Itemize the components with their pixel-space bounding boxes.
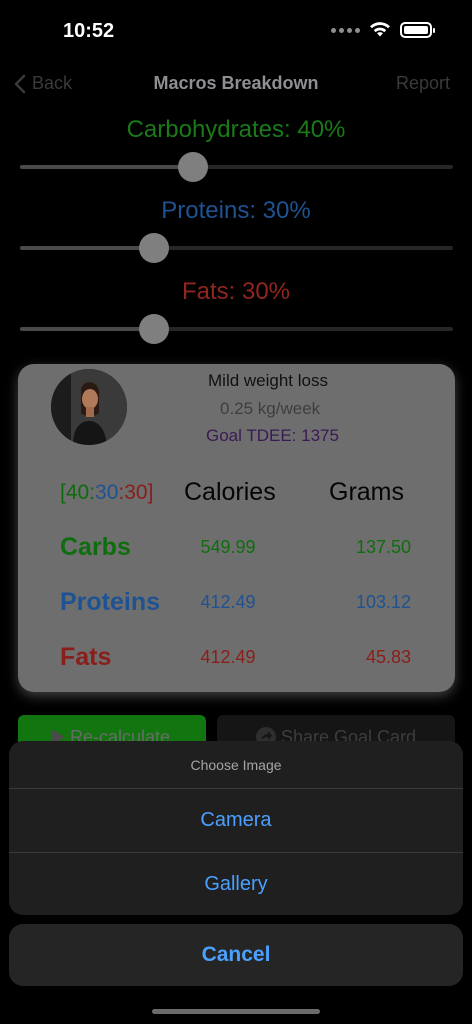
carbs-calories: 549.99 xyxy=(200,537,256,557)
carbs-row-label: Carbs xyxy=(60,533,131,561)
gallery-option[interactable]: Gallery xyxy=(9,852,463,915)
macro-ratio: [40:30:30] xyxy=(60,481,153,505)
grams-header: Grams xyxy=(329,478,404,506)
fats-row-label: Fats xyxy=(60,643,112,671)
cancel-button[interactable]: Cancel xyxy=(9,924,463,986)
fats-slider[interactable] xyxy=(20,314,453,344)
fats-calories: 412.49 xyxy=(200,647,256,667)
avatar[interactable] xyxy=(51,369,127,445)
status-bar: 10:52 xyxy=(0,0,472,60)
ratio-fats: 30 xyxy=(124,481,148,504)
fats-slider-label: Fats: 30% xyxy=(181,278,291,305)
choose-image-action-sheet: Choose Image Camera Gallery xyxy=(9,741,463,915)
fats-grams: 45.83 xyxy=(365,647,411,667)
status-time: 10:52 xyxy=(63,20,115,42)
goal-card: Mild weight loss 0.25 kg/week Goal TDEE:… xyxy=(18,364,455,692)
cellular-signal-icon xyxy=(331,27,360,33)
carbs-grams: 137.50 xyxy=(355,537,411,557)
slider-fill xyxy=(20,327,155,331)
slider-thumb[interactable] xyxy=(139,233,170,263)
carbs-slider-label: Carbohydrates: 40% xyxy=(126,116,346,143)
proteins-slider-label: Proteins: 30% xyxy=(161,197,311,224)
nav-bar: Back Macros Breakdown Report xyxy=(0,64,472,104)
camera-option[interactable]: Camera xyxy=(9,789,463,852)
goal-rate: 0.25 kg/week xyxy=(220,399,321,418)
profile-photo-icon xyxy=(51,369,127,445)
slider-fill xyxy=(20,246,155,250)
report-button[interactable]: Report xyxy=(396,73,450,94)
goal-tdee: Goal TDEE: 1375 xyxy=(206,426,339,445)
slider-thumb[interactable] xyxy=(139,314,170,344)
ratio-close: ] xyxy=(147,481,154,504)
goal-title: Mild weight loss xyxy=(208,371,328,390)
proteins-calories: 412.49 xyxy=(200,592,256,612)
carbs-slider[interactable] xyxy=(20,152,453,182)
wifi-icon xyxy=(370,22,390,37)
proteins-slider[interactable] xyxy=(20,233,453,263)
ratio-proteins: 30 xyxy=(95,481,119,504)
home-indicator xyxy=(152,1009,320,1014)
slider-thumb[interactable] xyxy=(178,152,209,182)
calories-header: Calories xyxy=(184,478,276,506)
status-icons xyxy=(331,22,435,38)
proteins-row-label: Proteins xyxy=(60,588,161,616)
action-sheet-title: Choose Image xyxy=(9,741,463,789)
slider-fill xyxy=(20,165,194,169)
proteins-grams: 103.12 xyxy=(355,592,411,612)
ratio-carbs: 40 xyxy=(65,481,90,504)
battery-icon xyxy=(400,22,435,38)
